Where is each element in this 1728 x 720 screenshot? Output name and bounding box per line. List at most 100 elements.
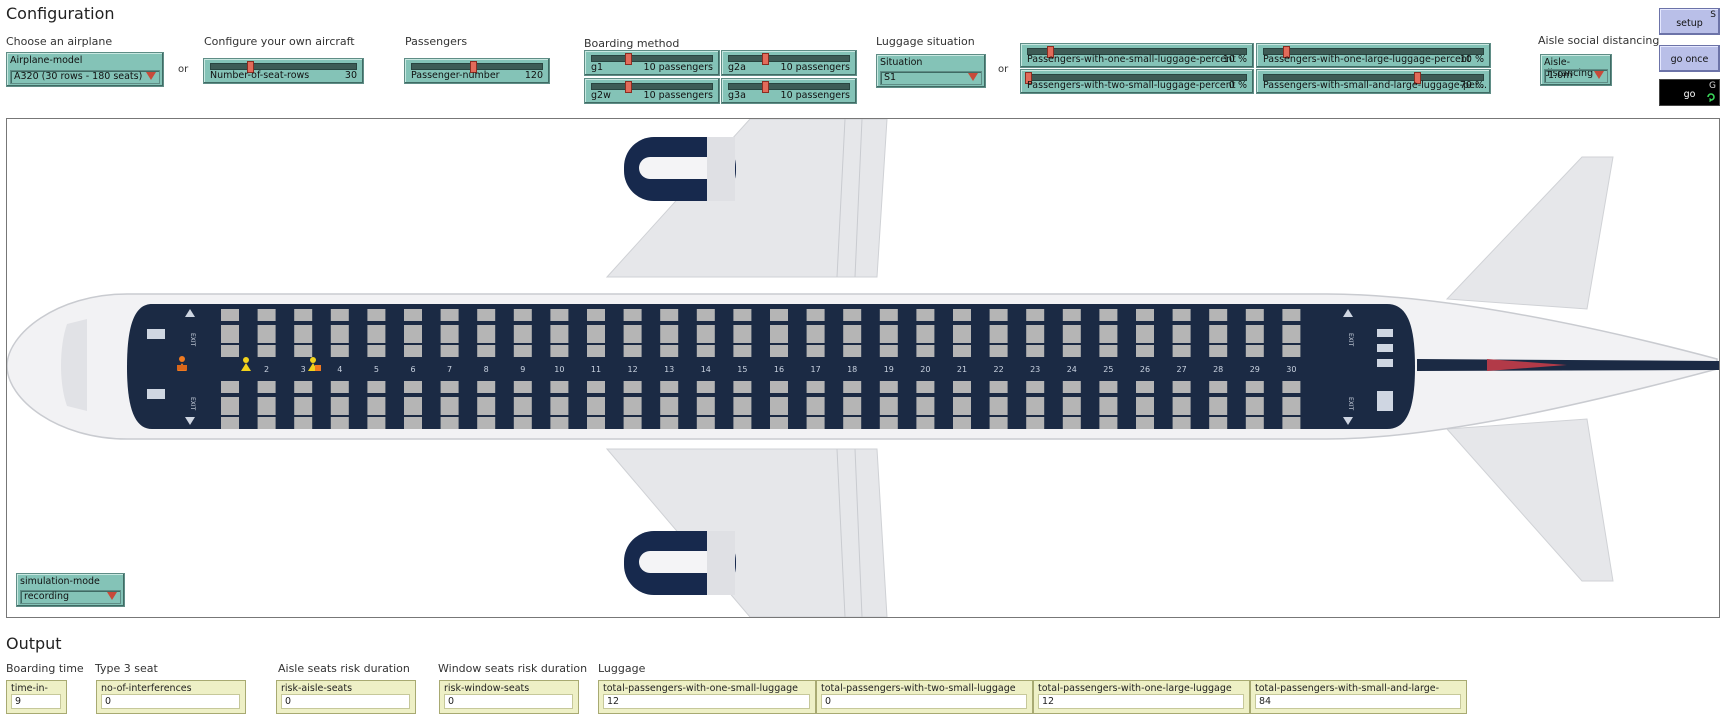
lower-stabilizer xyxy=(1445,418,1614,582)
go-button[interactable]: G go xyxy=(1659,79,1720,106)
seat xyxy=(330,381,349,393)
seat xyxy=(221,397,239,415)
seat xyxy=(221,417,239,429)
seat xyxy=(953,325,971,343)
row-number: 30 xyxy=(1286,365,1296,374)
one-small-luggage-slider[interactable]: Passengers-with-one-small-luggage-percen… xyxy=(1020,43,1254,68)
two-small-luggage-label: Passengers-with-two-small-luggage-percen… xyxy=(1027,80,1236,91)
chevron-down-icon xyxy=(968,73,978,81)
seat xyxy=(477,345,496,357)
seat xyxy=(879,397,898,415)
monitor-label: risk-aisle-seats xyxy=(281,683,353,694)
slider-track[interactable] xyxy=(210,61,357,73)
seat xyxy=(879,309,898,321)
one-large-luggage-slider[interactable]: Passengers-with-one-large-luggage-percen… xyxy=(1256,43,1491,68)
passenger-number-slider[interactable]: Passenger-number 120 xyxy=(404,58,550,84)
seat xyxy=(404,381,422,393)
seat xyxy=(696,309,715,321)
g2w-slider[interactable]: g2w 10 passengers xyxy=(584,78,720,104)
airplane-model-chooser[interactable]: Airplane-model A320 (30 rows - 180 seats… xyxy=(6,52,164,87)
small-and-large-luggage-label: Passengers-with-small-and-large-luggage-… xyxy=(1263,80,1487,91)
slider-track[interactable] xyxy=(728,81,850,93)
passengers-heading: Passengers xyxy=(405,35,468,48)
seat xyxy=(404,309,422,321)
slider-track[interactable] xyxy=(591,53,713,65)
situation-label: Situation xyxy=(880,57,923,68)
seat xyxy=(550,397,569,415)
simulation-mode-value[interactable]: recording xyxy=(20,590,121,604)
seat xyxy=(1062,345,1081,357)
seat xyxy=(1245,325,1264,343)
slider-knob[interactable] xyxy=(625,53,632,65)
aisle-distancing-value[interactable]: 1.0m xyxy=(1544,69,1608,83)
seat xyxy=(696,325,715,343)
seat xyxy=(330,417,349,429)
seat xyxy=(1172,325,1191,343)
seat xyxy=(550,345,569,357)
upper-engine xyxy=(624,137,736,201)
seat xyxy=(440,345,459,357)
seat xyxy=(1099,417,1118,429)
slider-track[interactable] xyxy=(728,53,850,65)
seat-rows-label: Number-of-seat-rows xyxy=(210,70,310,81)
aisle-risk-heading: Aisle seats risk duration xyxy=(278,662,410,675)
luggage-heading: Luggage xyxy=(598,662,646,675)
slider-knob[interactable] xyxy=(762,53,769,65)
seat xyxy=(696,417,715,429)
seat xyxy=(294,345,313,357)
choose-airplane-heading: Choose an airplane xyxy=(6,35,113,48)
go-once-button[interactable]: go once xyxy=(1659,45,1720,72)
seat xyxy=(1026,417,1045,429)
exit-label: EXIT xyxy=(189,333,196,347)
type3-seat-heading: Type 3 seat xyxy=(95,662,158,675)
slider-track[interactable] xyxy=(591,81,713,93)
seat xyxy=(550,381,569,393)
seat xyxy=(1099,325,1118,343)
risk-aisle-seats-monitor: risk-aisle-seats 0 xyxy=(276,680,416,714)
seat xyxy=(770,397,788,415)
one-small-luggage-label: Passengers-with-one-small-luggage-percen… xyxy=(1027,54,1236,65)
slider-knob[interactable] xyxy=(625,81,632,93)
seat xyxy=(1172,381,1191,393)
seat xyxy=(1172,417,1191,429)
airplane-model-value[interactable]: A320 (30 rows - 180 seats) xyxy=(10,70,160,84)
situation-chooser[interactable]: Situation S1 xyxy=(876,54,986,88)
seat xyxy=(1062,397,1081,415)
g3a-slider[interactable]: g3a 10 passengers xyxy=(721,78,857,104)
slider-track[interactable] xyxy=(411,61,543,73)
small-and-large-luggage-slider[interactable]: Passengers-with-small-and-large-luggage-… xyxy=(1256,69,1491,94)
seat xyxy=(733,309,752,321)
seat-rows-slider[interactable]: Number-of-seat-rows 30 xyxy=(203,58,364,84)
row-number: 18 xyxy=(847,365,857,374)
row-number: 27 xyxy=(1177,365,1187,374)
airplane-model-selected: A320 (30 rows - 180 seats) xyxy=(14,71,143,82)
g2a-slider[interactable]: g2a 10 passengers xyxy=(721,50,857,76)
seat xyxy=(1026,345,1045,357)
seat xyxy=(513,417,532,429)
aisle-distancing-chooser[interactable]: Aisle-distancing 1.0m xyxy=(1540,54,1612,86)
seat xyxy=(989,345,1008,357)
situation-value[interactable]: S1 xyxy=(880,71,982,85)
seat xyxy=(587,381,605,393)
seat xyxy=(623,417,642,429)
boarding-method-heading: Boarding method xyxy=(584,37,680,50)
g1-slider[interactable]: g1 10 passengers xyxy=(584,50,720,76)
simulation-mode-chooser[interactable]: simulation-mode recording xyxy=(16,573,125,607)
seat xyxy=(587,309,605,321)
seat xyxy=(1172,309,1191,321)
passenger-number-label: Passenger-number xyxy=(411,70,500,81)
seat xyxy=(1282,345,1301,357)
seat xyxy=(916,325,935,343)
setup-button[interactable]: S setup xyxy=(1659,8,1720,35)
seat xyxy=(843,381,862,393)
seat xyxy=(1099,309,1118,321)
slider-knob[interactable] xyxy=(762,81,769,93)
seat xyxy=(440,309,459,321)
two-small-luggage-slider[interactable]: Passengers-with-two-small-luggage-percen… xyxy=(1020,69,1254,94)
row-number: 20 xyxy=(920,365,930,374)
seat xyxy=(733,417,752,429)
g3a-value: 10 passengers xyxy=(780,90,850,101)
seat xyxy=(440,417,459,429)
seat xyxy=(806,381,825,393)
world-view[interactable]: EXIT EXIT EXIT EXIT 2 3 4 5 6 7 8 9 10 11 12 13 14 15… xyxy=(6,118,1720,618)
